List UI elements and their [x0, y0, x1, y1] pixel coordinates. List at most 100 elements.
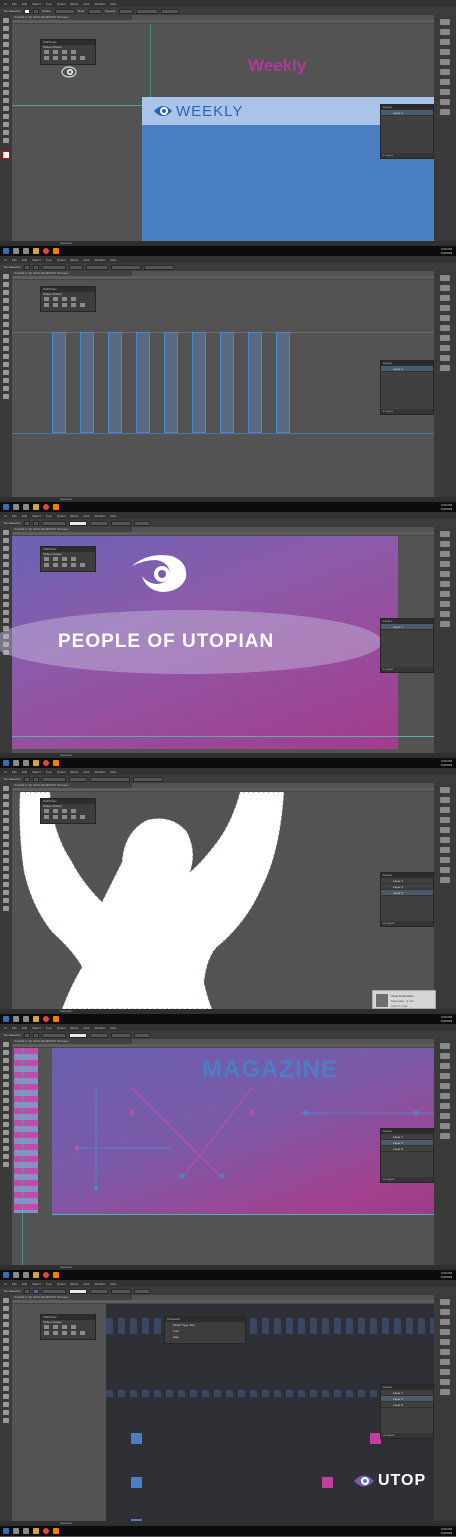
chrome-icon[interactable]	[43, 760, 49, 766]
document-setup-button[interactable]	[111, 1288, 132, 1294]
graphic-styles-panel-icon[interactable]	[440, 99, 450, 105]
swatches-panel-icon[interactable]	[440, 285, 450, 291]
menu-item-object[interactable]: Object	[32, 1026, 41, 1030]
merge-icon[interactable]	[62, 56, 67, 60]
pathfinder-tab-label[interactable]: Pathfinder	[43, 547, 57, 551]
menu-item-effect[interactable]: Effect	[71, 514, 79, 518]
illustrator-icon[interactable]	[53, 1016, 59, 1022]
fill-swatch[interactable]	[24, 776, 31, 782]
chrome-icon[interactable]	[43, 504, 49, 510]
style-dropdown[interactable]	[86, 264, 109, 270]
menu-item-view[interactable]: View	[83, 1282, 89, 1286]
shape-builder-tool-icon[interactable]	[3, 1130, 9, 1135]
rectangle-tool-icon[interactable]	[3, 58, 9, 63]
stroke-weight-field[interactable]	[42, 264, 67, 270]
preferences-button[interactable]	[134, 1032, 151, 1038]
direct-selection-tool-icon[interactable]	[3, 1050, 9, 1055]
divide-icon[interactable]	[44, 563, 49, 567]
gradient-tool-icon[interactable]	[3, 114, 9, 119]
task-view-icon[interactable]	[23, 760, 29, 766]
exclude-icon[interactable]	[71, 557, 76, 561]
start-icon[interactable]	[3, 1528, 9, 1534]
zoom-tool-icon[interactable]	[3, 394, 9, 399]
eyedropper-tool-icon[interactable]	[3, 890, 9, 895]
width-tool-icon[interactable]	[3, 866, 9, 871]
menu-item-edit[interactable]: Edit	[22, 1026, 27, 1030]
type-tool-icon[interactable]	[3, 298, 9, 303]
zoom-tool-icon[interactable]	[3, 1418, 9, 1423]
menu-item-file[interactable]: File	[12, 514, 17, 518]
outline-icon[interactable]	[80, 1331, 85, 1335]
menu-item-help[interactable]: Help	[110, 1282, 116, 1286]
minus-front-icon[interactable]	[53, 809, 58, 813]
line-tool-icon[interactable]	[3, 818, 9, 823]
style-dropdown[interactable]	[90, 1032, 109, 1038]
pathfinder-tab-label[interactable]: Pathfinder	[43, 799, 57, 803]
style-dropdown[interactable]	[90, 520, 109, 526]
menu-item-file[interactable]: File	[12, 1282, 17, 1286]
swatches-panel-icon[interactable]	[440, 1053, 450, 1059]
symbols-panel-icon[interactable]	[440, 561, 450, 567]
gradient-panel-icon[interactable]	[440, 837, 450, 843]
symbols-panel-icon[interactable]	[440, 817, 450, 823]
explorer-icon[interactable]	[33, 1272, 39, 1278]
brush-dropdown[interactable]	[69, 776, 88, 782]
menu-item-window[interactable]: Window	[95, 1282, 106, 1286]
layers-panel-icon[interactable]	[440, 621, 450, 627]
line-tool-icon[interactable]	[3, 306, 9, 311]
rectangle-tool-icon[interactable]	[3, 1338, 9, 1343]
preferences-button[interactable]	[134, 1288, 151, 1294]
menu-item-app[interactable]: Ai	[4, 514, 7, 518]
symbols-panel-icon[interactable]	[440, 1329, 450, 1335]
minus-front-icon[interactable]	[53, 297, 58, 301]
line-tool-icon[interactable]	[3, 50, 9, 55]
layers-panel-icon[interactable]	[440, 109, 450, 115]
intersect-icon[interactable]	[62, 809, 67, 813]
crop-icon[interactable]	[71, 563, 76, 567]
brushes-panel-icon[interactable]	[440, 295, 450, 301]
size-fields[interactable]	[144, 264, 175, 270]
swatches-panel-icon[interactable]	[440, 797, 450, 803]
outline-icon[interactable]	[80, 303, 85, 307]
swatches-panel-icon[interactable]	[440, 1309, 450, 1315]
menu-item-object[interactable]: Object	[32, 1282, 41, 1286]
trim-icon[interactable]	[53, 56, 58, 60]
vertical-stripe[interactable]	[164, 332, 178, 433]
fill-stroke-swatches[interactable]	[2, 151, 10, 159]
striped-bar-graphic[interactable]	[14, 1048, 38, 1213]
menu-item-app[interactable]: Ai	[4, 1026, 7, 1030]
unite-icon[interactable]	[44, 297, 49, 301]
brushes-panel-icon[interactable]	[440, 551, 450, 557]
menu-item-help[interactable]: Help	[110, 2, 116, 6]
merge-icon[interactable]	[62, 1331, 67, 1335]
menu-item-app[interactable]: Ai	[4, 1282, 7, 1286]
selection-tool-icon[interactable]	[3, 786, 9, 791]
stroke-panel-icon[interactable]	[440, 1339, 450, 1345]
pencil-tool-icon[interactable]	[3, 1098, 9, 1103]
zoom-tool-icon[interactable]	[3, 1162, 9, 1167]
transparency-panel-icon[interactable]	[440, 335, 450, 341]
type-tool-icon[interactable]	[3, 554, 9, 559]
direct-selection-tool-icon[interactable]	[3, 26, 9, 31]
exclude-icon[interactable]	[71, 809, 76, 813]
fill-swatch[interactable]	[24, 8, 31, 14]
illustrator-icon[interactable]	[53, 504, 59, 510]
crop-icon[interactable]	[71, 56, 76, 60]
gradient-tool-icon[interactable]	[3, 1138, 9, 1143]
hand-tool-icon[interactable]	[3, 1154, 9, 1159]
pencil-tool-icon[interactable]	[3, 842, 9, 847]
minus-front-icon[interactable]	[53, 1325, 58, 1329]
stroke-weight-field[interactable]	[42, 1032, 67, 1038]
scale-tool-icon[interactable]	[3, 858, 9, 863]
vertical-stripe[interactable]	[192, 332, 206, 433]
transform-fields[interactable]	[111, 264, 142, 270]
unite-icon[interactable]	[44, 809, 49, 813]
eyedropper-tool-icon[interactable]	[3, 1146, 9, 1151]
shape-builder-tool-icon[interactable]	[3, 106, 9, 111]
divide-icon[interactable]	[44, 56, 49, 60]
layers-panel-icon[interactable]	[440, 1133, 450, 1139]
document-setup-button[interactable]	[111, 520, 132, 526]
start-icon[interactable]	[3, 504, 9, 510]
scale-tool-icon[interactable]	[3, 1370, 9, 1375]
menu-item-view[interactable]: View	[83, 258, 89, 262]
